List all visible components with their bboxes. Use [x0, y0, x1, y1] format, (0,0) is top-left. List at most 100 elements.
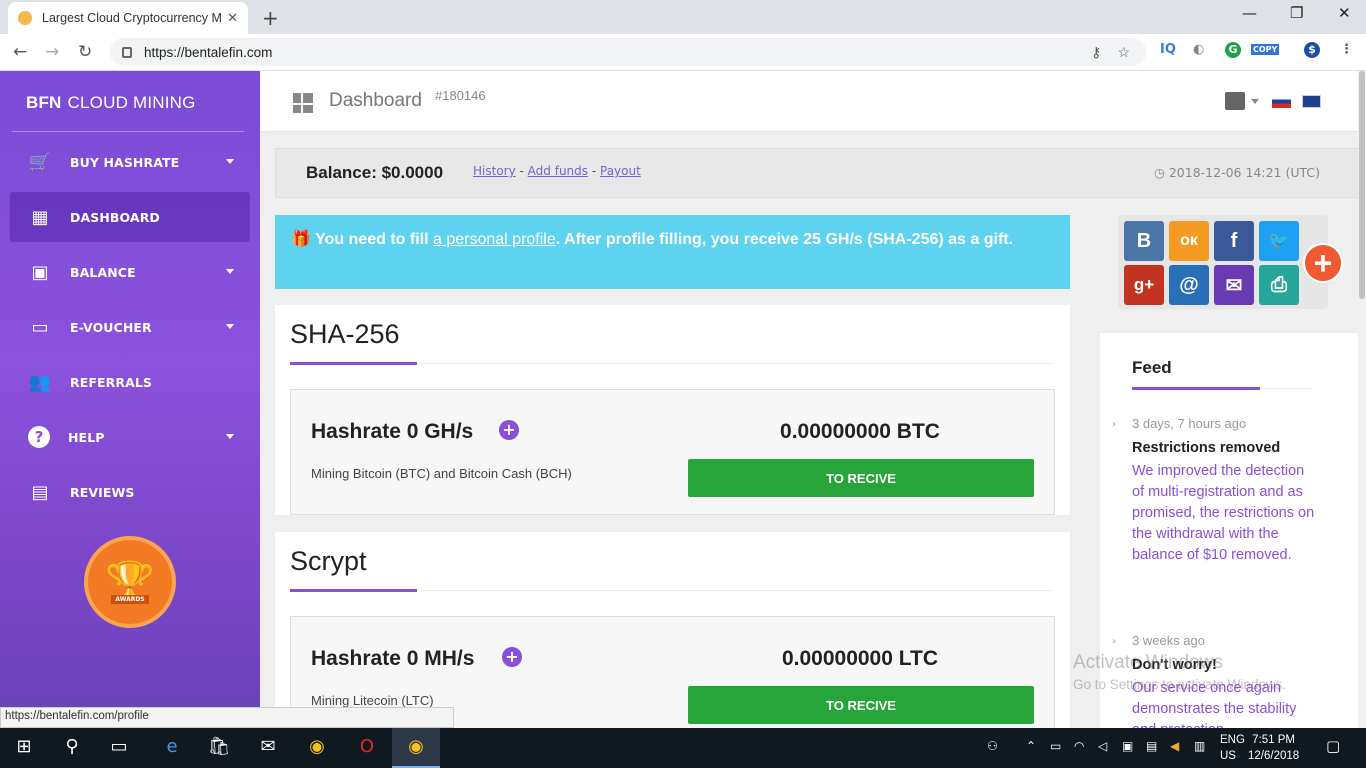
caret-down-icon[interactable]	[1251, 99, 1259, 104]
add-hashrate-icon[interactable]: +	[502, 647, 522, 667]
tray-app-icon[interactable]: ▤	[1146, 739, 1157, 753]
active-chrome-task[interactable]: ◉	[392, 728, 440, 768]
dashboard-icon: ▦	[31, 206, 49, 228]
extension-icon[interactable]: ◐	[1193, 42, 1204, 57]
main-content: Dashboard #180146 Balance: $0.0000 Histo…	[260, 71, 1358, 728]
feed-body[interactable]: We improved the detection of multi-regis…	[1132, 461, 1317, 566]
mail-share-button[interactable]: @	[1169, 265, 1209, 305]
system-clock[interactable]: 7:51 PM 12/6/2018	[1248, 732, 1299, 764]
sidebar-item-buy-hashrate[interactable]: 🛒 BUY HASHRATE	[10, 137, 250, 187]
personal-profile-link[interactable]: a personal profile	[433, 231, 556, 248]
tray-app-icon[interactable]: ▥	[1194, 739, 1205, 753]
show-hidden-icons-icon[interactable]: ⌃	[1026, 739, 1036, 753]
key-icon[interactable]: ⚷	[1091, 44, 1101, 61]
volume-icon[interactable]: ◁	[1098, 739, 1107, 753]
iq-extension-icon[interactable]: IQ	[1160, 42, 1176, 57]
edge-icon[interactable]: e	[160, 736, 184, 757]
brand-logo[interactable]: BFN CLOUD MINING	[26, 93, 196, 113]
search-icon[interactable]: ⚲	[60, 736, 84, 757]
card-icon: ▭	[31, 316, 49, 338]
googleplus-share-button[interactable]: g+	[1124, 265, 1164, 305]
hashrate-label: Hashrate 0 MH/s	[311, 647, 475, 670]
tray-app-icon[interactable]: ▣	[1122, 739, 1133, 753]
address-bar[interactable]: https://bentalefin.com ⚷ ☆	[110, 38, 1146, 66]
hashrate-label: Hashrate 0 GH/s	[311, 420, 474, 443]
chevron-right-icon: ›	[1112, 419, 1116, 430]
people-tray-icon[interactable]: ⚇	[987, 739, 998, 753]
tab-title: Largest Cloud Cryptocurrency Mi	[42, 11, 222, 25]
browser-tab[interactable]: Largest Cloud Cryptocurrency Mi ✕	[8, 2, 248, 34]
language-indicator[interactable]: ENG US	[1220, 732, 1245, 764]
email-share-button[interactable]: ✉	[1214, 265, 1254, 305]
copy-extension-icon[interactable]: COPY	[1251, 44, 1280, 55]
caret-down-icon	[226, 434, 234, 439]
more-share-button[interactable]: +	[1303, 243, 1343, 283]
notifications-icon[interactable]: ▢	[1326, 737, 1340, 755]
region-code: US	[1220, 750, 1236, 762]
feed-heading: Restrictions removed	[1132, 440, 1281, 456]
receive-button[interactable]: TO RECIVE	[688, 459, 1034, 497]
page-scrollbar[interactable]	[1358, 71, 1366, 728]
mining-description: Mining Litecoin (LTC)	[311, 693, 434, 708]
payout-link[interactable]: Payout	[600, 164, 641, 178]
wifi-icon[interactable]: ◠	[1074, 739, 1084, 753]
add-hashrate-icon[interactable]: +	[499, 420, 519, 440]
windows-start-icon[interactable]: ⊞	[12, 736, 36, 757]
sidebar-item-label: DASHBOARD	[70, 209, 160, 225]
maximize-icon[interactable]: ❐	[1290, 4, 1303, 22]
brand-text: CLOUD MINING	[67, 93, 196, 112]
sidebar-item-balance[interactable]: ▣ BALANCE	[10, 247, 250, 297]
history-link[interactable]: History	[473, 164, 516, 178]
mail-icon[interactable]: ✉	[256, 736, 280, 757]
reload-icon[interactable]: ↻	[78, 42, 92, 62]
coin-amount: 0.00000000 BTC	[780, 420, 940, 443]
grammarly-icon[interactable]: G	[1225, 42, 1241, 58]
window-close-icon[interactable]: ✕	[1338, 4, 1351, 22]
sidebar-item-label: REVIEWS	[70, 484, 135, 500]
chrome-icon[interactable]: ◉	[305, 736, 329, 757]
english-flag-icon[interactable]	[1302, 95, 1321, 108]
bookmark-star-icon[interactable]: ☆	[1117, 44, 1130, 61]
scrollbar-thumb[interactable]	[1359, 71, 1365, 299]
award-label: AWARDS	[111, 595, 149, 604]
ok-share-button[interactable]: ок	[1169, 221, 1209, 261]
account-id: #180146	[435, 88, 486, 103]
store-icon[interactable]: 🛍	[207, 736, 231, 757]
add-funds-link[interactable]: Add funds	[528, 164, 588, 178]
mining-panel: Hashrate 0 GH/s + Mining Bitcoin (BTC) a…	[290, 389, 1055, 515]
opera-icon[interactable]: O	[355, 736, 379, 757]
battery-icon[interactable]: ▭	[1050, 739, 1061, 753]
sidebar-item-label: BUY HASHRATE	[70, 154, 180, 170]
forward-icon[interactable]: →	[45, 42, 59, 62]
cart-icon: 🛒	[28, 151, 52, 173]
sidebar-item-label: BALANCE	[70, 264, 136, 280]
tab-close-icon[interactable]: ✕	[227, 11, 238, 26]
sidebar-item-help[interactable]: ? HELP	[10, 412, 250, 462]
twitter-share-button[interactable]: 🐦	[1259, 221, 1299, 261]
browser-menu-icon[interactable]: ⋮	[1340, 42, 1353, 57]
sidebar-item-referrals[interactable]: 👥 REFERRALS	[10, 357, 250, 407]
user-account-icon[interactable]	[1225, 92, 1245, 110]
wallet-icon: ▣	[31, 261, 49, 283]
card-divider	[290, 362, 1054, 365]
site-favicon-icon	[18, 11, 32, 25]
back-icon[interactable]: ←	[13, 42, 27, 62]
facebook-share-button[interactable]: f	[1214, 221, 1254, 261]
dollar-extension-icon[interactable]: $	[1304, 42, 1320, 58]
vk-share-button[interactable]: B	[1124, 221, 1164, 261]
minimize-icon[interactable]: —	[1242, 4, 1257, 22]
sidebar-item-e-voucher[interactable]: ▭ E-VOUCHER	[10, 302, 250, 352]
speaker-muted-icon[interactable]: ◀	[1170, 739, 1179, 753]
task-view-icon[interactable]: ▭	[107, 736, 131, 757]
receive-button[interactable]: TO RECIVE	[688, 686, 1034, 724]
clock-icon: ◷	[1153, 165, 1169, 180]
clock-time: 7:51 PM	[1252, 734, 1295, 746]
awards-badge[interactable]: 🏆 AWARDS	[84, 536, 176, 628]
sidebar-item-reviews[interactable]: ▤ REVIEWS	[10, 467, 250, 517]
chrome-icon: ◉	[408, 736, 424, 757]
sidebar-item-dashboard[interactable]: ▦ DASHBOARD	[10, 192, 250, 242]
print-share-button[interactable]: ⎙	[1259, 265, 1299, 305]
scrypt-card: Scrypt Hashrate 0 MH/s + Mining Litecoin…	[275, 532, 1070, 728]
russian-flag-icon[interactable]	[1272, 95, 1291, 108]
new-tab-button[interactable]: +	[262, 6, 279, 30]
